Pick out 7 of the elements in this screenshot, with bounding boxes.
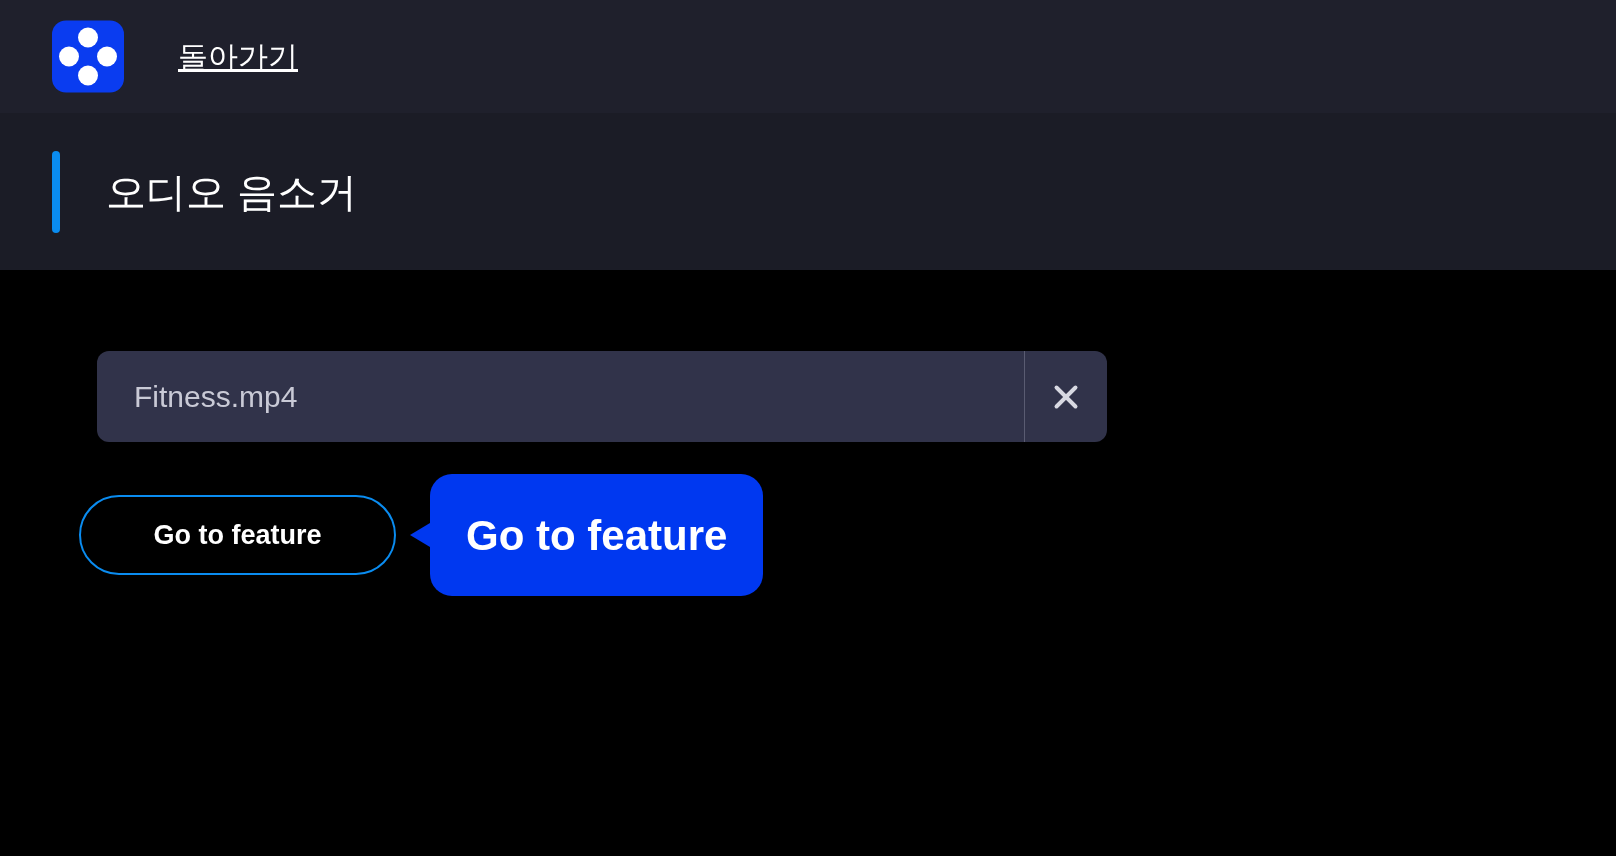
- feature-button[interactable]: Go to feature: [79, 495, 396, 575]
- file-name: Fitness.mp4: [133, 379, 299, 415]
- file-field[interactable]: Fitness.mp4: [97, 351, 1107, 442]
- tooltip: Go to feature: [430, 474, 764, 596]
- page-title: 오디오 음소거: [106, 168, 358, 216]
- back-link[interactable]: 돌아가기: [178, 34, 298, 79]
- logo-icon: [52, 20, 124, 93]
